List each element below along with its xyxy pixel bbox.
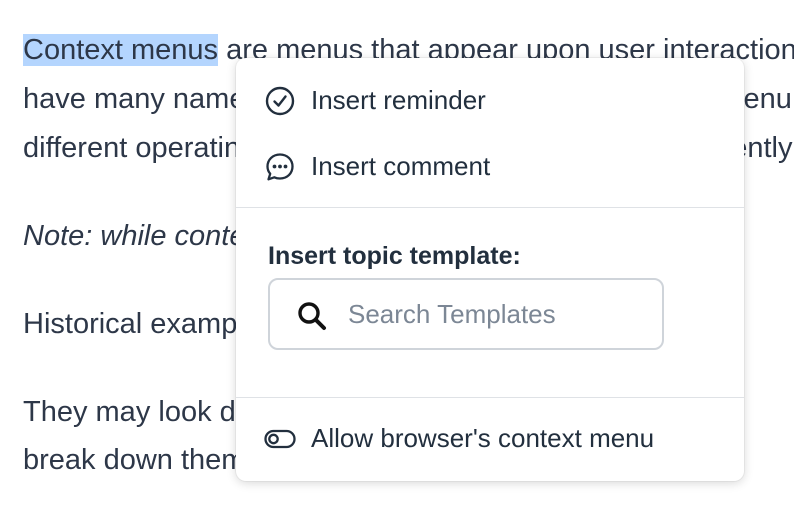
search-icon [298,302,326,330]
insert-comment-label: Insert comment [311,151,491,181]
insert-reminder-menu-item[interactable]: Insert reminder [236,72,744,128]
check-circle-icon [265,86,295,116]
comment-icon [266,153,294,181]
menu-separator [236,207,744,208]
menu-separator [236,397,744,398]
template-search-box[interactable] [268,278,664,350]
selected-text: Context menus [23,34,219,66]
allow-browser-context-menu-label: Allow browser's context menu [311,423,655,453]
template-search-input[interactable] [348,294,648,334]
context-menu: Insert reminder Insert comment Insert to… [236,58,744,481]
allow-browser-context-menu-item[interactable]: Allow browser's context menu [236,410,744,466]
insert-comment-menu-item[interactable]: Insert comment [236,138,744,194]
toggle-off-icon [264,429,296,449]
template-section-title: Insert topic template: [268,242,521,270]
insert-reminder-label: Insert reminder [311,85,486,115]
